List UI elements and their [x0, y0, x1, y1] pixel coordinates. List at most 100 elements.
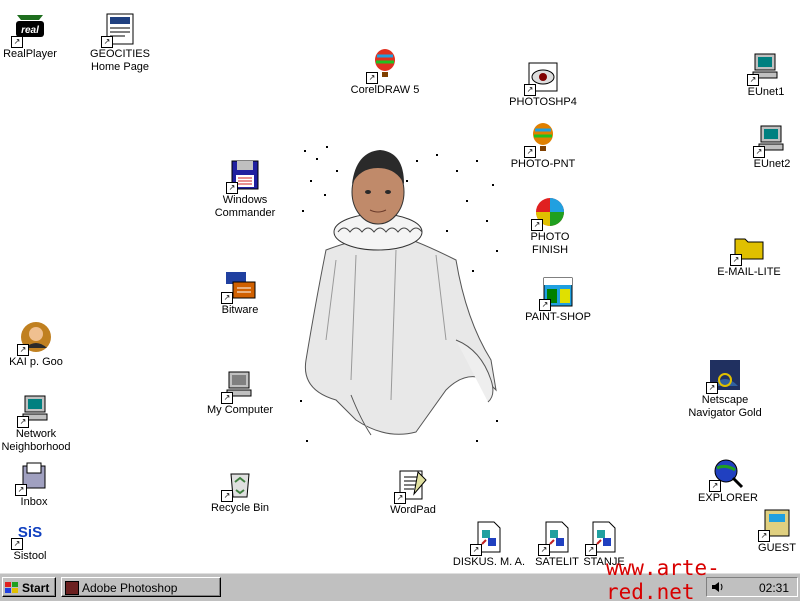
network-computer-icon: ↗: [747, 50, 783, 86]
realplayer-icon: real ↗: [11, 12, 47, 48]
shortcut-arrow-icon: ↗: [221, 292, 233, 304]
desktop-icon-label: WordPad: [390, 504, 436, 516]
webpage-icon: ↗: [101, 12, 137, 48]
paint-shop-icon: ↗: [539, 275, 575, 311]
shortcut-arrow-icon: ↗: [11, 538, 23, 550]
netscape-icon: ↗: [706, 358, 742, 394]
document-icon: ↗: [585, 520, 621, 556]
desktop-icon-label: Bitware: [221, 304, 259, 316]
desktop-icon-netscape-navigator-gold[interactable]: ↗ Netscape Navigator Gold: [675, 358, 775, 420]
desktop-icon-label: RealPlayer: [3, 48, 57, 60]
shortcut-arrow-icon: ↗: [709, 480, 721, 492]
eye-icon: ↗: [524, 60, 560, 96]
desktop-icon-eunet1[interactable]: ↗ EUnet1: [716, 50, 800, 99]
desktop-icon-my-computer[interactable]: ↗ My Computer: [190, 368, 290, 417]
start-label: Start: [22, 581, 50, 595]
desktop-icon-coreldraw-5[interactable]: ↗ CorelDRAW 5: [335, 48, 435, 97]
network-computer-icon: ↗: [753, 122, 789, 158]
desktop-icon-network-neighborhood[interactable]: ↗ Network Neighborhood: [0, 392, 86, 454]
shortcut-arrow-icon: ↗: [366, 72, 378, 84]
desktop-icon-label: EUnet1: [747, 86, 785, 98]
shortcut-arrow-icon: ↗: [730, 254, 742, 266]
desktop-icon-geocities-home-page[interactable]: ↗ GEOCITIES Home Page: [70, 12, 170, 74]
desktop-icon-label: CorelDRAW 5: [350, 84, 420, 96]
shortcut-arrow-icon: ↗: [101, 36, 113, 48]
desktop-icon-label: PHOTO-PNT: [510, 158, 576, 170]
desktop-icon-label: KAI p. Goo: [9, 356, 63, 368]
recycle-bin-icon: ↗: [221, 466, 257, 502]
bitware-icon: ↗: [221, 268, 257, 304]
desktop-icon-label: GEOCITIES Home Page: [90, 48, 150, 73]
folder-icon: ↗: [730, 230, 766, 266]
desktop-icon-photoshp4[interactable]: ↗ PHOTOSHP4: [493, 60, 593, 109]
desktop-icon-label: Recycle Bin: [210, 502, 270, 514]
sis-icon: SiS ↗: [11, 514, 47, 550]
shortcut-arrow-icon: ↗: [747, 74, 759, 86]
desktop-icon-wordpad[interactable]: ↗ WordPad: [363, 468, 463, 517]
shortcut-arrow-icon: ↗: [15, 484, 27, 496]
taskbar-button-adobe-photoshop[interactable]: Adobe Photoshop: [61, 577, 221, 597]
desktop-icon-guest[interactable]: ↗ GUEST: [727, 506, 800, 555]
shortcut-arrow-icon: ↗: [524, 146, 536, 158]
desktop-icon-label: My Computer: [206, 404, 274, 416]
watermark-text: www.arte-red.net: [606, 556, 720, 604]
explorer-icon: ↗: [709, 456, 745, 492]
desktop-icon-kai-p-goo[interactable]: ↗ KAI p. Goo: [0, 320, 86, 369]
desktop-icon-label: E-MAIL-LITE: [717, 266, 781, 278]
shortcut-arrow-icon: ↗: [758, 530, 770, 542]
desktop-icon-label: PHOTO FINISH: [530, 231, 570, 256]
shortcut-arrow-icon: ↗: [539, 299, 551, 311]
desktop-icon-inbox[interactable]: ↗ Inbox: [0, 460, 84, 509]
color-wheel-icon: ↗: [531, 195, 567, 231]
desktop-icon-recycle-bin[interactable]: ↗ Recycle Bin: [190, 466, 290, 515]
svg-text:real: real: [21, 25, 39, 36]
desktop-icon-sistool[interactable]: SiS ↗ Sistool: [0, 514, 80, 563]
desktop-icon-label: EUnet2: [753, 158, 791, 170]
wallpaper-photo: [296, 140, 506, 460]
balloon-camera-icon: ↗: [524, 122, 560, 158]
desktop-icon-label: Sistool: [13, 550, 47, 562]
desktop-icon-label: EXPLORER: [698, 492, 758, 504]
desktop-icon-paint-shop[interactable]: ↗ PAINT-SHOP: [508, 275, 608, 324]
shortcut-arrow-icon: ↗: [221, 490, 233, 502]
desktop-icon-eunet2[interactable]: ↗ EUnet2: [722, 122, 800, 171]
desktop-icon-label: Netscape Navigator Gold: [688, 394, 762, 419]
inbox-icon: ↗: [15, 460, 51, 496]
windows-logo-icon: [5, 580, 19, 593]
shortcut-arrow-icon: ↗: [17, 416, 29, 428]
shortcut-arrow-icon: ↗: [221, 392, 233, 404]
shortcut-arrow-icon: ↗: [394, 492, 406, 504]
desktop-icon-label: Network Neighborhood: [1, 428, 71, 453]
desktop-icon-label: Windows Commander: [214, 194, 276, 219]
shortcut-arrow-icon: ↗: [226, 182, 238, 194]
network-icon: ↗: [17, 392, 53, 428]
shortcut-arrow-icon: ↗: [17, 344, 29, 356]
start-button[interactable]: Start: [2, 577, 56, 597]
desktop-icon-label: Inbox: [20, 496, 48, 508]
wordpad-icon: ↗: [394, 468, 430, 504]
desktop-icon-windows-commander[interactable]: ↗ Windows Commander: [195, 158, 295, 220]
desktop-icon-e-mail-lite[interactable]: ↗ E-MAIL-LITE: [699, 230, 799, 279]
desktop-icon-photo-pnt[interactable]: ↗ PHOTO-PNT: [493, 122, 593, 171]
shortcut-arrow-icon: ↗: [470, 544, 482, 556]
shortcut-arrow-icon: ↗: [753, 146, 765, 158]
desktop-icon-label: PAINT-SHOP: [525, 311, 591, 323]
desktop-icon-label: GUEST: [758, 542, 796, 554]
desktop-icon-explorer[interactable]: ↗ EXPLORER: [678, 456, 778, 505]
balloon-icon: ↗: [366, 48, 402, 84]
floppy-disk-icon: ↗: [226, 158, 262, 194]
desktop-icon-bitware[interactable]: ↗ Bitware: [190, 268, 290, 317]
desktop-icon-realplayer[interactable]: real ↗ RealPlayer: [0, 12, 80, 61]
photoshop-icon: [65, 581, 79, 595]
shortcut-arrow-icon: ↗: [538, 544, 550, 556]
shortcut-arrow-icon: ↗: [11, 36, 23, 48]
shortcut-arrow-icon: ↗: [706, 382, 718, 394]
computer-icon: ↗: [221, 368, 257, 404]
document-icon: ↗: [470, 520, 506, 556]
shortcut-arrow-icon: ↗: [524, 84, 536, 96]
desktop-icon-photo-finish[interactable]: ↗ PHOTO FINISH: [500, 195, 600, 257]
shortcut-arrow-icon: ↗: [585, 544, 597, 556]
task-label: Adobe Photoshop: [82, 581, 178, 595]
shortcut-arrow-icon: ↗: [531, 219, 543, 231]
portrait-icon: ↗: [17, 320, 53, 356]
